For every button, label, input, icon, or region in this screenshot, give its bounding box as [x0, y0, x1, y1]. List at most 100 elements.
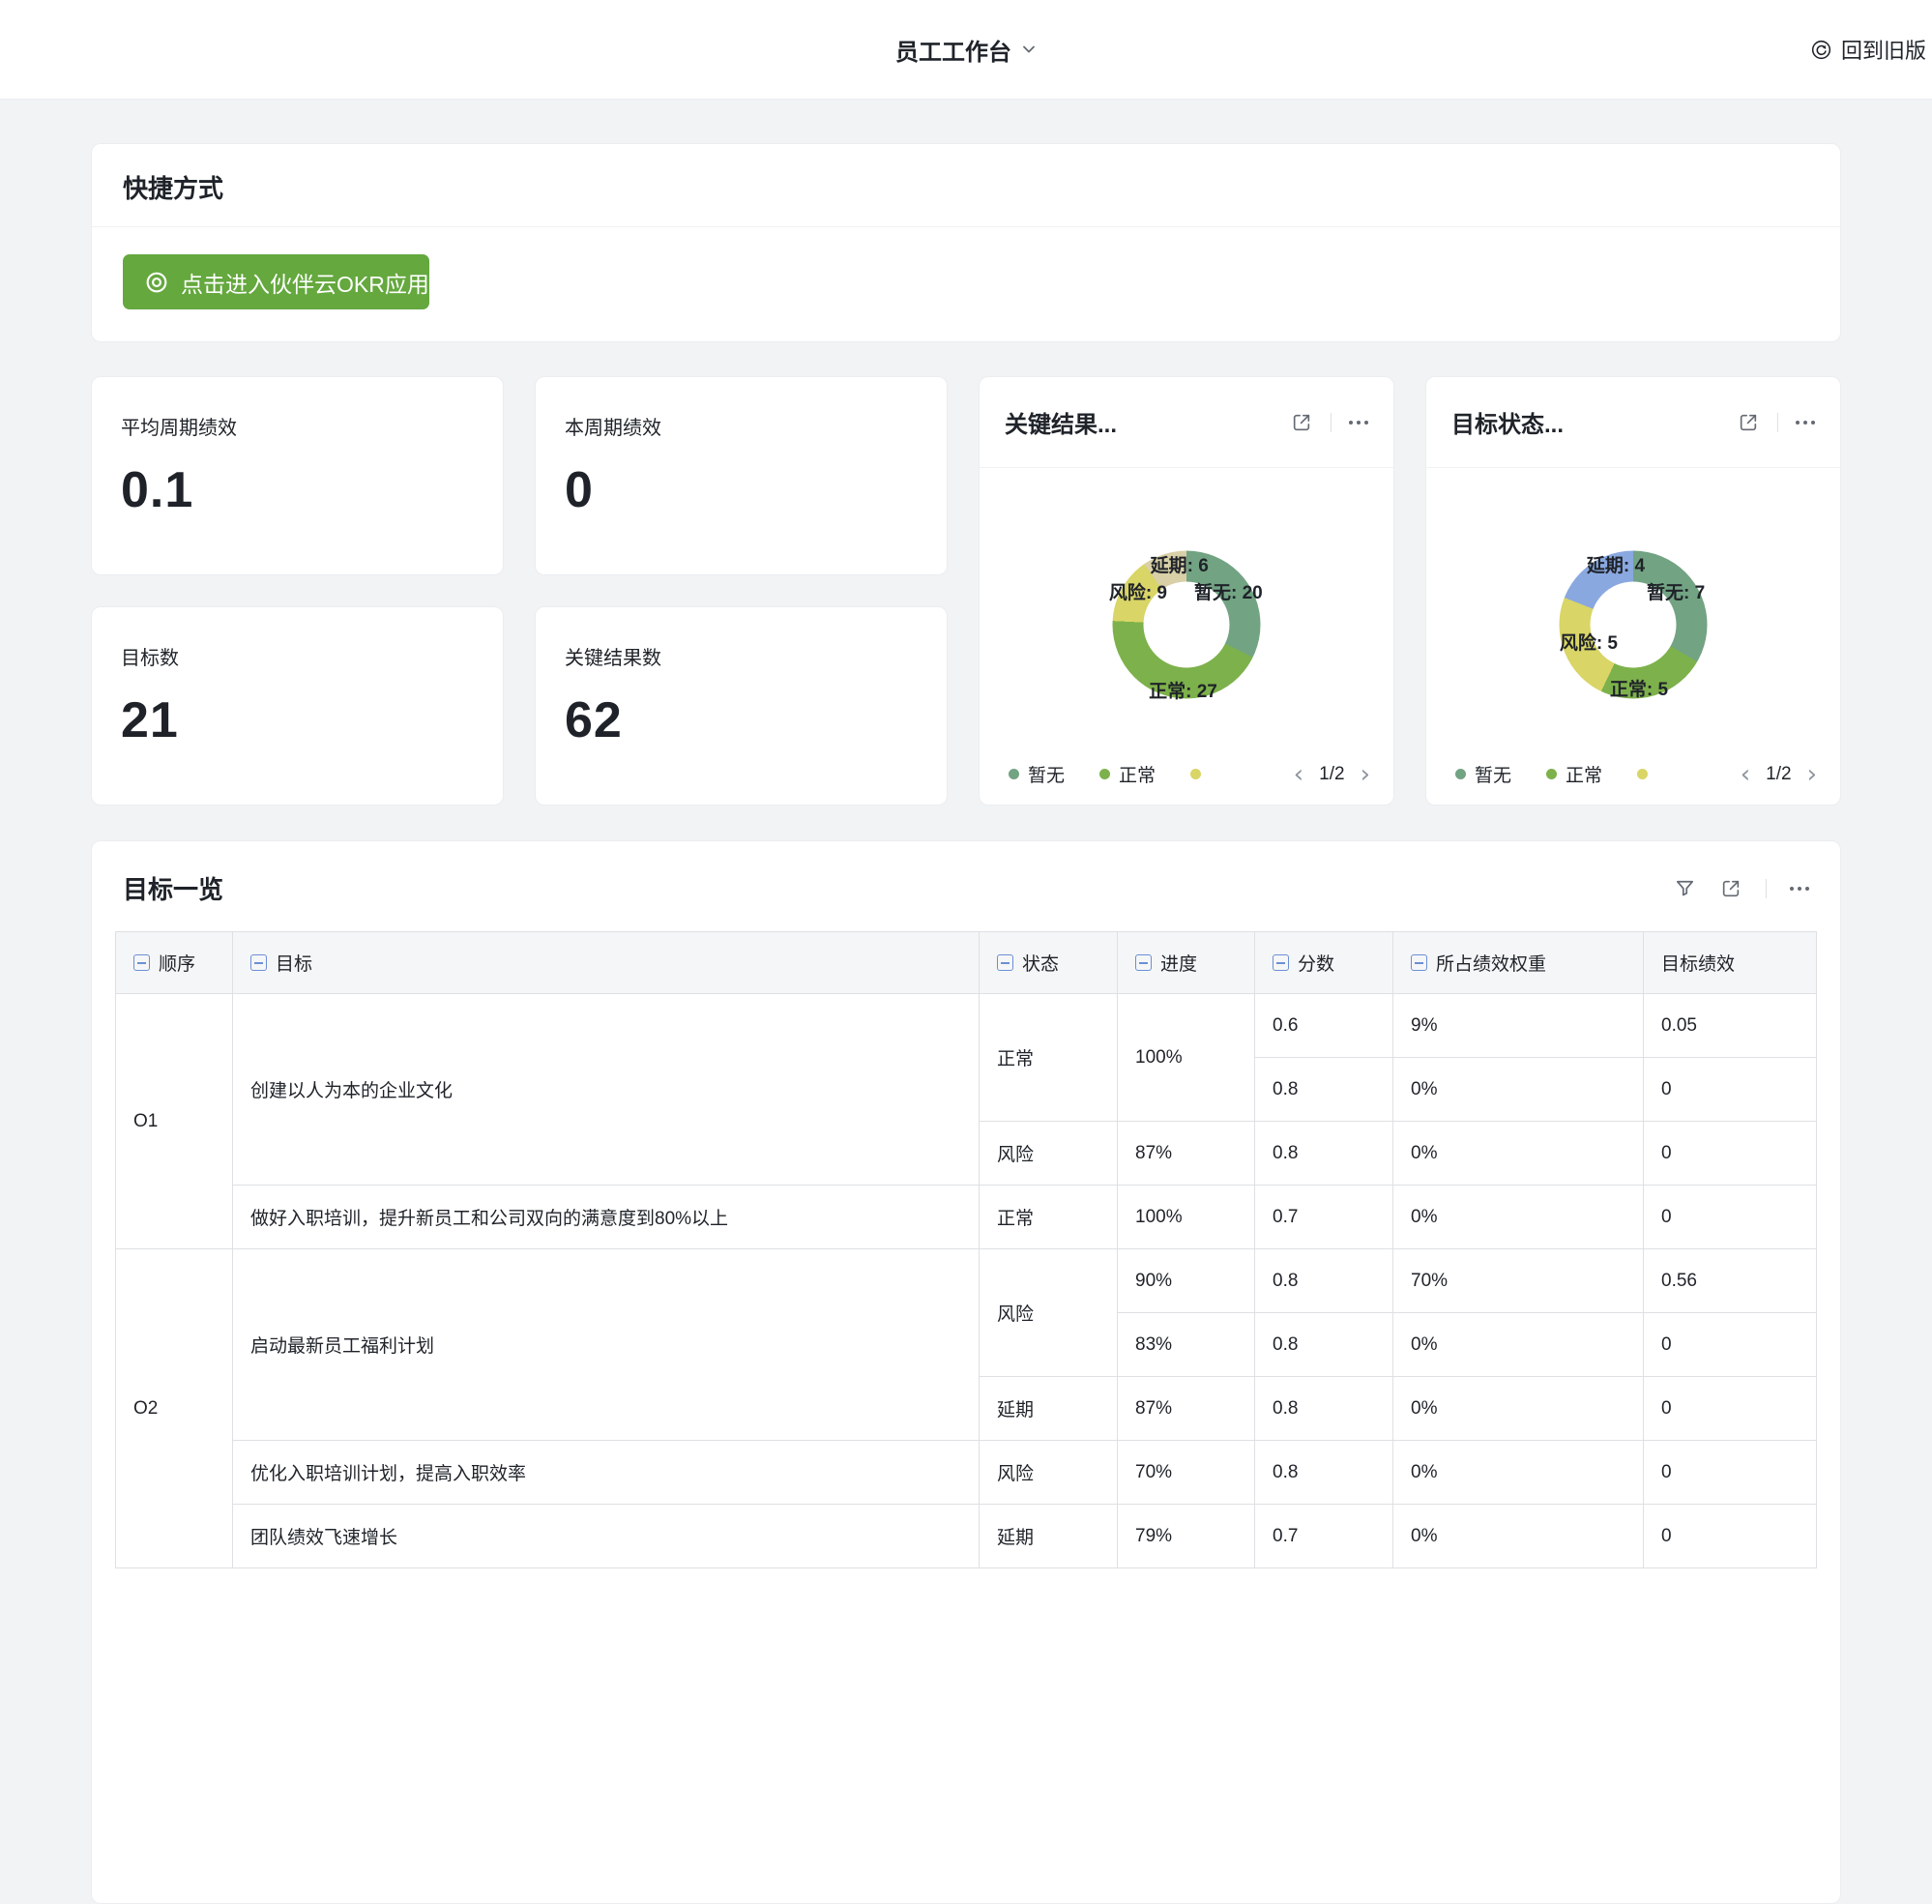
perf-cell: 0	[1644, 1313, 1817, 1377]
score-cell: 0.8	[1255, 1313, 1393, 1377]
workspace-title-dropdown[interactable]: 员工工作台	[895, 33, 1037, 67]
chart-pagination: ‹ 1/2 ›	[1741, 762, 1817, 787]
key-results-chart-card: 关键结果... 延期: 6 暂无: 20 风险: 9 正常: 27	[979, 376, 1394, 806]
status-cell: 延期	[980, 1505, 1118, 1568]
okr-app-button-label: 点击进入伙伴云OKR应用	[181, 266, 429, 299]
shortcut-card-title: 快捷方式	[123, 174, 223, 203]
collapse-icon[interactable]	[1135, 954, 1152, 971]
chart-label: 正常: 27	[1149, 677, 1217, 703]
perf-cell: 0.05	[1644, 994, 1817, 1058]
stat-value: 62	[565, 691, 918, 749]
score-cell: 0.6	[1255, 994, 1393, 1058]
perf-cell: 0	[1644, 1505, 1817, 1568]
more-icon[interactable]	[1349, 417, 1368, 428]
goal-cell: 创建以人为本的企业文化	[233, 994, 980, 1186]
open-in-new-icon[interactable]	[1290, 411, 1313, 434]
legend-item[interactable]: 暂无	[1455, 761, 1511, 787]
column-header-perf: 目标绩效	[1644, 932, 1817, 994]
prev-page-icon[interactable]: ‹	[1741, 762, 1750, 787]
progress-cell: 100%	[1118, 1186, 1255, 1249]
legend-item[interactable]: 正常	[1099, 761, 1156, 787]
chart-label: 暂无: 20	[1194, 578, 1263, 604]
chart-footer: 暂无 正常 风险 ‹ 1/2 ›	[1455, 761, 1817, 787]
divider	[1331, 413, 1332, 432]
shortcut-card: 快捷方式 点击进入伙伴云OKR应用	[91, 143, 1841, 342]
column-header-progress: 进度	[1118, 932, 1255, 994]
goal-table: 顺序 目标 状态 进度 分数 所占绩效权重 目标绩效 O1 创建以人为本的企业文…	[115, 931, 1817, 1568]
prev-page-icon[interactable]: ‹	[1294, 762, 1303, 787]
collapse-icon[interactable]	[133, 954, 150, 971]
stat-value: 21	[121, 691, 474, 749]
perf-cell: 0	[1644, 1058, 1817, 1122]
status-cell: 延期	[980, 1377, 1118, 1441]
status-cell: 风险	[980, 1441, 1118, 1505]
weight-cell: 70%	[1393, 1249, 1644, 1313]
goal-cell: 优化入职培训计划，提高入职效率	[233, 1441, 980, 1505]
order-cell: O2	[116, 1249, 233, 1568]
collapse-icon[interactable]	[997, 954, 1013, 971]
legend-dot	[1546, 769, 1557, 779]
collapse-icon[interactable]	[250, 954, 267, 971]
collapse-icon[interactable]	[1411, 954, 1427, 971]
page-title: 员工工作台	[895, 33, 1011, 67]
chart-card-header: 目标状态...	[1426, 377, 1840, 468]
column-header-status: 状态	[980, 932, 1118, 994]
donut-chart-area: 延期: 6 暂无: 20 风险: 9 正常: 27 暂无 正常	[980, 468, 1393, 805]
legend-item[interactable]: 风险	[1190, 761, 1202, 787]
score-cell: 0.8	[1255, 1249, 1393, 1313]
divider	[1766, 879, 1767, 898]
page-indicator: 1/2	[1766, 764, 1791, 785]
perf-cell: 0	[1644, 1122, 1817, 1186]
next-page-icon[interactable]: ›	[1361, 762, 1370, 787]
table-header-row: 顺序 目标 状态 进度 分数 所占绩效权重 目标绩效	[116, 932, 1817, 994]
legend-item[interactable]: 暂无	[1009, 761, 1065, 787]
divider	[1777, 413, 1778, 432]
legend-item[interactable]: 正常	[1546, 761, 1602, 787]
target-icon	[144, 270, 169, 295]
progress-cell: 79%	[1118, 1505, 1255, 1568]
open-in-new-icon[interactable]	[1737, 411, 1760, 434]
order-cell: O1	[116, 994, 233, 1249]
chart-label: 正常: 5	[1610, 675, 1668, 701]
next-page-icon[interactable]: ›	[1807, 762, 1817, 787]
progress-cell: 100%	[1118, 994, 1255, 1122]
more-icon[interactable]	[1790, 883, 1809, 894]
collapse-icon[interactable]	[1273, 954, 1289, 971]
chart-card-header: 关键结果...	[980, 377, 1393, 468]
status-cell: 风险	[980, 1122, 1118, 1186]
shortcut-card-header: 快捷方式	[92, 144, 1840, 227]
stat-label: 关键结果数	[565, 642, 918, 670]
chart-label: 暂无: 7	[1647, 578, 1705, 604]
weight-cell: 0%	[1393, 1313, 1644, 1377]
okr-app-button[interactable]: 点击进入伙伴云OKR应用	[123, 254, 429, 309]
stat-label: 本周期绩效	[565, 412, 918, 440]
chart-title: 目标状态...	[1451, 405, 1737, 439]
stat-label: 平均周期绩效	[121, 412, 474, 440]
table-row: 优化入职培训计划，提高入职效率 风险 70% 0.8 0% 0	[116, 1441, 1817, 1505]
legend-label: 正常	[1566, 761, 1602, 787]
stat-card-avg-cycle-perf: 平均周期绩效 0.1	[91, 376, 504, 575]
score-cell: 0.7	[1255, 1186, 1393, 1249]
legend-item[interactable]: 风险	[1637, 761, 1649, 787]
back-to-old-version-link[interactable]: 回到旧版	[1810, 0, 1928, 99]
perf-cell: 0	[1644, 1186, 1817, 1249]
table-row: 做好入职培训，提升新员工和公司双向的满意度到80%以上 正常 100% 0.7 …	[116, 1186, 1817, 1249]
score-cell: 0.8	[1255, 1058, 1393, 1122]
perf-cell: 0.56	[1644, 1249, 1817, 1313]
chart-legend: 暂无 正常 风险	[1455, 761, 1649, 787]
column-header-score: 分数	[1255, 932, 1393, 994]
chart-label: 延期: 6	[1151, 551, 1209, 577]
more-icon[interactable]	[1796, 417, 1815, 428]
legend-dot	[1009, 769, 1019, 779]
goal-cell: 做好入职培训，提升新员工和公司双向的满意度到80%以上	[233, 1186, 980, 1249]
filter-icon[interactable]	[1673, 877, 1696, 900]
legend-dot	[1190, 769, 1201, 779]
chart-footer: 暂无 正常 风险 ‹ 1/2 ›	[1009, 761, 1370, 787]
stat-value: 0.1	[121, 461, 474, 519]
chart-title: 关键结果...	[1005, 405, 1290, 439]
chart-label: 风险: 9	[1109, 578, 1167, 604]
open-in-new-icon[interactable]	[1719, 877, 1742, 900]
perf-cell: 0	[1644, 1377, 1817, 1441]
back-link-label: 回到旧版	[1841, 34, 1926, 65]
chart-legend: 暂无 正常 风险	[1009, 761, 1202, 787]
